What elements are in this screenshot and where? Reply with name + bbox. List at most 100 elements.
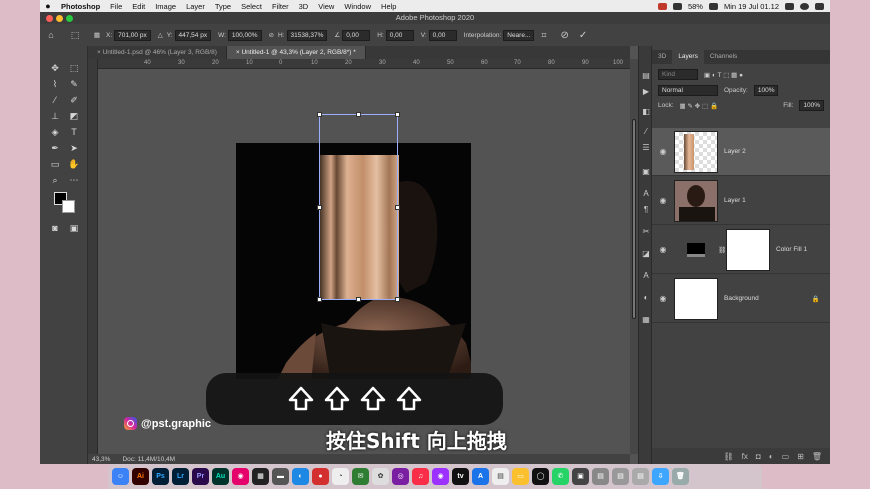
eyedropper-tool-icon[interactable]: ⁄ [48,94,62,106]
app-icon[interactable]: ◉ [232,468,249,485]
app-store-icon[interactable]: A [472,468,489,485]
tab-untitled-psd[interactable]: × Untitled-1.psd @ 46% (Layer 3, RGB/8) [88,46,227,59]
x-field[interactable]: 701,00 px [114,29,151,41]
quick-mask-icon[interactable]: ◙ [48,222,62,234]
layer-name[interactable]: Color Fill 1 [776,246,807,253]
blend-mode-select[interactable]: Normal [658,85,718,96]
trash-icon[interactable]: 🗑 [812,452,822,461]
layer-name[interactable]: Background [724,295,759,302]
navigator-icon[interactable]: ◪ [641,250,651,258]
fx-icon[interactable]: fx [742,452,748,461]
app-icon[interactable]: ✿ [372,468,389,485]
visibility-eye-icon[interactable]: ◉ [652,147,674,156]
app-icon[interactable]: ◐ [292,468,309,485]
app-icon[interactable]: ▤ [492,468,509,485]
menu-edit[interactable]: Edit [132,2,145,11]
marquee-tool-icon[interactable]: ⬚ [67,62,81,74]
fill-field[interactable]: 100% [799,100,824,111]
zoom-level[interactable]: 43,3% [92,456,110,463]
link-layers-icon[interactable]: ⛓ [724,452,734,461]
podcasts-icon[interactable]: ◉ [432,468,449,485]
paragraph-icon[interactable]: ¶ [641,206,651,214]
menu-app[interactable]: Photoshop [61,2,100,11]
new-group-icon[interactable]: ▭ [782,452,790,461]
menu-filter[interactable]: Filter [272,2,289,11]
menu-select[interactable]: Select [241,2,262,11]
history-icon[interactable]: ▤ [641,72,651,80]
stamp-tool-icon[interactable]: ⊥ [48,110,62,122]
properties-icon[interactable]: ▣ [641,168,651,176]
height-field[interactable]: 31538,37% [286,29,328,41]
canvas-scrollbar[interactable] [630,59,638,454]
layer-name[interactable]: Layer 1 [724,197,746,204]
opacity-field[interactable]: 100% [753,85,779,96]
app-icon[interactable]: ● [312,468,329,485]
app-icon[interactable]: ◎ [392,468,409,485]
trash-dock-icon[interactable]: 🗑 [672,468,689,485]
transform-handle[interactable] [356,297,361,302]
app-icon[interactable]: ✉ [352,468,369,485]
relative-position-icon[interactable]: △ [158,31,163,39]
transform-handle[interactable] [395,205,400,210]
visibility-eye-icon[interactable]: ◉ [652,245,674,254]
close-window-button[interactable] [46,15,53,22]
warp-icon[interactable]: ⌗ [541,30,546,41]
clock[interactable]: Min 19 Jul 01.12 [724,2,779,11]
menu-file[interactable]: File [110,2,122,11]
notes-icon[interactable]: ▭ [512,468,529,485]
music-icon[interactable]: ♫ [412,468,429,485]
menu-view[interactable]: View [318,2,334,11]
eraser-tool-icon[interactable]: ◩ [67,110,81,122]
menu-help[interactable]: Help [381,2,396,11]
hand-tool-icon[interactable]: ✋ [67,158,81,170]
app-icon[interactable]: ◔ [332,468,349,485]
dock-app-lightroom[interactable]: Lr [172,468,189,485]
link-icon[interactable]: ⊘ [269,31,274,39]
minimize-window-button[interactable] [56,15,63,22]
vskew-field[interactable]: 0,00 [428,29,457,41]
dock-app-illustrator[interactable]: Ai [132,468,149,485]
scrollbar-thumb[interactable] [632,119,636,319]
background-color-swatch[interactable] [62,200,75,213]
screen-mode-icon[interactable]: ▣ [67,222,81,234]
lock-icon[interactable]: 🔒 [812,295,820,303]
add-mask-icon[interactable]: ◘ [756,452,761,461]
tv-icon[interactable]: tv [452,468,469,485]
control-center-icon[interactable] [815,2,824,10]
interpolation-select[interactable]: Neare... [503,29,535,41]
menu-type[interactable]: Type [215,2,231,11]
hskew-field[interactable]: 0,00 [385,29,414,41]
zoom-window-button[interactable] [66,15,73,22]
transform-handle[interactable] [356,112,361,117]
search-icon[interactable] [785,2,794,10]
tab-channels[interactable]: Channels [704,50,743,64]
path-select-tool-icon[interactable]: ➤ [67,142,81,154]
libraries-icon[interactable]: ◧ [641,108,651,116]
layer-row-background[interactable]: ◉ Background 🔒 [652,275,830,323]
dock-app-audition[interactable]: Au [212,468,229,485]
menu-3d[interactable]: 3D [299,2,309,11]
color-icon[interactable]: ◐ [641,294,651,302]
transform-bounding-box[interactable] [317,112,400,302]
paint-bucket-tool-icon[interactable]: ◈ [48,126,62,138]
adjustment-layer-icon[interactable]: ◐ [769,452,774,461]
app-icon[interactable]: ▬ [272,468,289,485]
battery-icon[interactable] [708,2,718,10]
swatches-icon[interactable]: ▦ [641,316,651,324]
folder-icon[interactable]: ▤ [632,468,649,485]
downloads-icon[interactable]: ⇩ [652,468,669,485]
layer-name[interactable]: Layer 2 [724,148,746,155]
actions-play-icon[interactable]: ▶ [641,88,651,96]
home-icon[interactable]: ⌂ [40,30,62,40]
layer-mask-thumbnail[interactable] [726,228,770,271]
tab-untitled-1[interactable]: × Untitled-1 @ 43,3% (Layer 2, RGB/8*) * [226,46,366,59]
dock-app-photoshop[interactable]: Ps [152,468,169,485]
rectangle-tool-icon[interactable]: ▭ [48,158,62,170]
reference-point-icon[interactable]: ▦ [88,31,106,39]
mask-link-icon[interactable]: ⛓ [718,246,726,254]
width-field[interactable]: 100,00% [227,29,262,41]
visibility-eye-icon[interactable]: ◉ [652,294,674,303]
angle-field[interactable]: 0,00 [342,29,371,41]
lock-icons[interactable]: ▦ ✎ ✥ ⬚ 🔒 [680,102,719,110]
visibility-eye-icon[interactable]: ◉ [652,196,674,205]
